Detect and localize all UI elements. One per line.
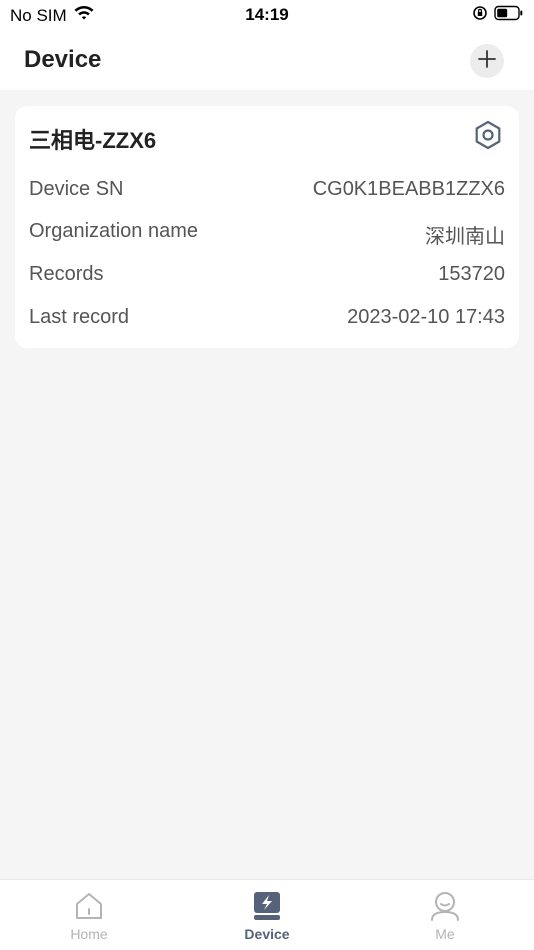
tab-me[interactable]: Me — [385, 890, 505, 948]
tab-me-label: Me — [435, 926, 455, 942]
device-card[interactable]: 三相电-ZZX6 Device SN CG0K1BEABB1ZZX6 Organ… — [15, 106, 519, 348]
last-record-row: Last record 2023-02-10 17:43 — [29, 306, 505, 334]
records-row: Records 153720 — [29, 263, 505, 291]
last-record-value: 2023-02-10 17:43 — [347, 306, 505, 328]
tab-home[interactable]: Home — [29, 890, 149, 948]
status-bar: No SIM 14:19 — [0, 0, 534, 32]
device-sn-row: Device SN CG0K1BEABB1ZZX6 — [29, 178, 505, 206]
device-sn-label: Device SN — [29, 178, 124, 200]
page-title: Device — [24, 46, 102, 73]
status-right — [472, 5, 524, 26]
tab-home-label: Home — [70, 926, 108, 942]
user-icon — [429, 890, 461, 922]
organization-row: Organization name 深圳南山 — [29, 220, 505, 248]
gear-icon — [472, 119, 504, 156]
device-name: 三相电-ZZX6 — [29, 128, 157, 153]
last-record-label: Last record — [29, 306, 130, 328]
tab-device-label: Device — [244, 926, 290, 942]
records-value: 153720 — [438, 263, 505, 285]
header: Device — [0, 32, 534, 90]
add-device-button[interactable] — [470, 44, 504, 78]
tab-bar: Home Device Me — [0, 879, 534, 950]
records-label: Records — [29, 263, 104, 285]
device-settings-button[interactable] — [471, 120, 505, 154]
status-time: 14:19 — [245, 5, 289, 24]
organization-value: 深圳南山 — [425, 226, 505, 248]
device-sn-value: CG0K1BEABB1ZZX6 — [312, 178, 505, 200]
battery-icon — [494, 5, 524, 26]
tab-device[interactable]: Device — [207, 890, 327, 948]
organization-label: Organization name — [29, 220, 198, 242]
home-icon — [73, 890, 105, 922]
orientation-lock-icon — [472, 5, 488, 26]
plus-icon — [477, 49, 497, 74]
device-icon — [251, 890, 283, 922]
